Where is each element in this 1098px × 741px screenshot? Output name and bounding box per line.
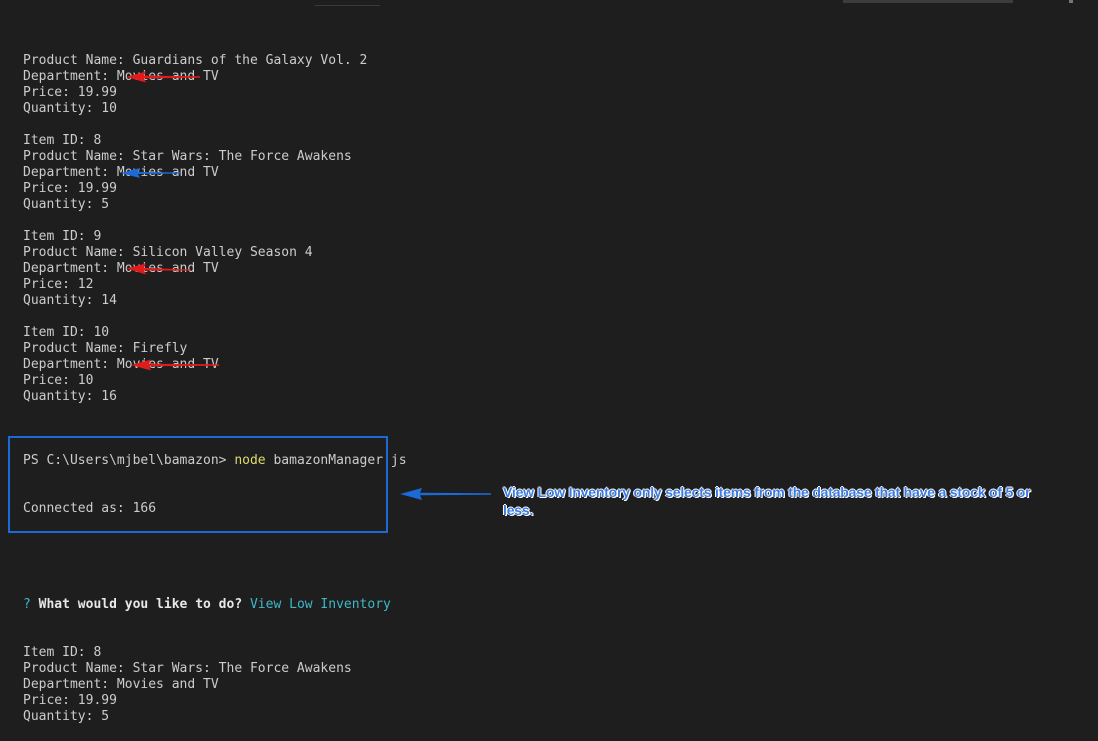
terminal-line: Product Name: Star Wars: The Force Awake… (23, 661, 352, 676)
terminal-line: Product Name: Guardians of the Galaxy Vo… (23, 53, 368, 68)
question-text: What would you like to do? (38, 597, 243, 612)
terminal-line: Price: 19.99 (23, 693, 117, 708)
terminal-line: Product Name: Silicon Valley Season 4 (23, 245, 313, 260)
terminal-screenshot: { "colors": { "background": "#1e1e1e", "… (0, 0, 1098, 724)
terminal-line: Product Name: Firefly (23, 341, 188, 356)
terminal-line: Price: 10 (23, 373, 94, 388)
terminal-line: Item ID: 8 (23, 645, 102, 660)
terminal-line: Department: Movies and TV (23, 261, 219, 276)
terminal-line: Department: Movies and TV (23, 69, 219, 84)
question-mark-icon: ? (23, 597, 31, 612)
terminal-line: Department: Movies and TV (23, 677, 219, 692)
terminal-line: Item ID: 10 (23, 325, 110, 340)
terminal-line: Price: 19.99 (23, 85, 117, 100)
top-control[interactable] (1069, 0, 1073, 3)
low-inventory-results: Item ID: 8 Product Name: Star Wars: The F… (23, 645, 407, 725)
terminal-output: Product Name: Guardians of the Galaxy Vo… (23, 21, 407, 741)
terminal-line: Item ID: 8 (23, 133, 102, 148)
terminal-line: Quantity: 14 (23, 293, 117, 308)
terminal-line: Quantity: 5 (23, 197, 110, 212)
quantity-14-arrow (126, 263, 191, 275)
quantity-5-arrow (121, 168, 181, 178)
terminal-line: Department: Movies and TV (23, 165, 219, 180)
terminal-line: Price: 12 (23, 277, 94, 292)
low-inventory-highlight-box (8, 436, 388, 533)
quantity-10-arrow (126, 71, 200, 83)
annotation-arrow (400, 488, 491, 500)
terminal-line: Quantity: 16 (23, 389, 117, 404)
terminal-line: Item ID: 9 (23, 229, 102, 244)
terminal-line: Quantity: 10 (23, 101, 117, 116)
terminal-line: Product Name: Star Wars: The Force Awake… (23, 149, 352, 164)
top-search-field[interactable] (843, 0, 1013, 3)
question-answer: View Low Inventory (249, 597, 391, 612)
top-divider (315, 5, 380, 6)
inquirer-question[interactable]: ? What would you like to do? View Low In… (23, 597, 407, 613)
quantity-16-arrow (131, 359, 219, 371)
terminal-line: Quantity: 5 (23, 709, 110, 724)
terminal-line: Price: 19.99 (23, 181, 117, 196)
low-inventory-annotation: View Low Inventory only selects items fr… (503, 484, 1031, 518)
